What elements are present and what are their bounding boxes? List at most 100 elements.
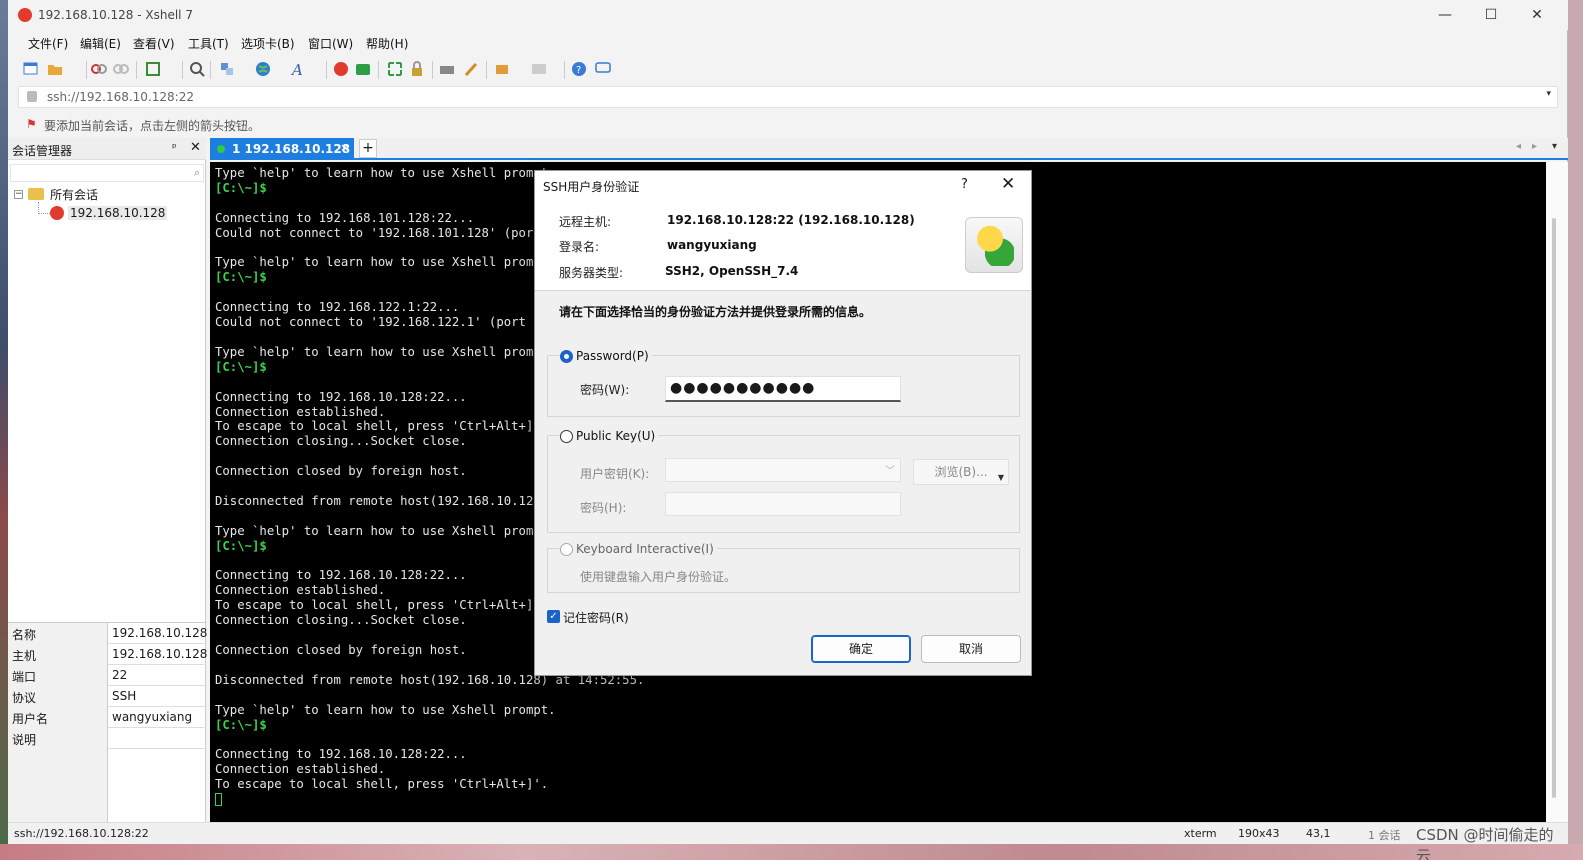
watermark: CSDN @时间偷走的云	[1416, 826, 1554, 860]
close-panel-icon[interactable]: ✕	[190, 140, 201, 155]
remember-password-checkbox[interactable]: ✓	[547, 610, 560, 623]
password-field[interactable]: ●●●●●●●●●●●	[665, 376, 901, 402]
help-icon[interactable]: ?	[961, 177, 968, 192]
transfer-icon[interactable]	[218, 60, 236, 78]
find-icon[interactable]	[188, 60, 206, 78]
remote-host-label: 远程主机:	[559, 215, 612, 229]
layout-icon[interactable]	[530, 60, 548, 78]
shell-prompt: [C:\~]$	[215, 359, 275, 374]
property-key: 主机	[8, 644, 108, 665]
properties-blank	[8, 748, 108, 822]
toolbar-separator	[182, 61, 183, 79]
user-key-select[interactable]: ﹀	[665, 458, 901, 482]
lock-icon[interactable]	[408, 60, 426, 78]
keyboard-icon[interactable]	[438, 60, 456, 78]
bookmark-arrow-icon[interactable]: ⚑	[26, 117, 38, 131]
tree-root-all-sessions[interactable]: 所有会话	[50, 186, 98, 203]
toolbar: A ?	[8, 58, 1568, 82]
tab-list-icon[interactable]: ▾	[1552, 141, 1557, 152]
tab-bar: 1 192.168.10.128 × + ◂ ▸ ▾	[210, 138, 1568, 160]
desktop-wallpaper	[0, 844, 1583, 860]
new-session-icon[interactable]	[22, 60, 40, 78]
chevron-down-icon[interactable]: ▾	[1546, 89, 1551, 99]
toolbar-separator	[326, 61, 327, 79]
toolbar-separator	[136, 61, 137, 79]
server-type-label: 服务器类型:	[559, 266, 624, 280]
terminal-line: To escape to local shell, press 'Ctrl+Al…	[215, 777, 549, 792]
add-tab-button[interactable]: +	[359, 139, 377, 158]
terminal-line: Type `help' to learn how to use Xshell p…	[215, 702, 556, 717]
title-bar: 192.168.10.128 - Xshell 7 — ☐ ✕	[8, 0, 1568, 30]
menu-window[interactable]: 窗口(W)	[308, 35, 353, 52]
dropdown-arrow-icon: ▼	[997, 473, 1004, 482]
session-manager-header: 会话管理器 ᵖ ✕	[8, 138, 206, 160]
property-key: 名称	[8, 623, 108, 644]
minimize-button[interactable]: —	[1434, 5, 1456, 25]
cancel-button[interactable]: 取消	[921, 635, 1021, 663]
login-name-label: 登录名:	[559, 240, 600, 254]
keyboard-interactive-label[interactable]: Keyboard Interactive(I)	[573, 542, 717, 556]
tab-session-1[interactable]: 1 192.168.10.128 ×	[210, 138, 354, 160]
dialog-title: SSH用户身份验证	[543, 180, 640, 194]
maximize-button[interactable]: ☐	[1480, 5, 1502, 25]
properties-icon[interactable]	[144, 60, 162, 78]
terminal-scrollbar[interactable]	[1546, 162, 1568, 822]
ok-button[interactable]: 确定	[811, 635, 911, 663]
shell-prompt: [C:\~]$	[215, 270, 275, 285]
session-manager-title: 会话管理器	[12, 144, 73, 158]
address-bar[interactable]: ssh://192.168.10.128:22 ▾	[18, 86, 1558, 108]
scrollbar-thumb[interactable]	[1552, 218, 1556, 798]
property-row: 主机 192.168.10.128	[8, 644, 208, 665]
terminal-line: Connecting to 192.168.10.128:22...	[215, 747, 467, 762]
public-key-radio[interactable]	[560, 430, 573, 443]
disconnect-icon[interactable]	[112, 60, 130, 78]
highlight-icon[interactable]	[462, 60, 480, 78]
terminal-line: [C:\~]$	[215, 718, 644, 733]
close-icon[interactable]: ✕	[1001, 174, 1015, 194]
property-key: 协议	[8, 686, 108, 707]
font-icon[interactable]: A	[290, 60, 308, 79]
xshell-icon[interactable]	[332, 60, 350, 78]
tab-scroll-right-icon[interactable]: ▸	[1532, 141, 1537, 152]
browse-button[interactable]: 浏览(B)... ▼	[913, 459, 1009, 485]
tree-connector	[38, 202, 50, 214]
public-key-option-label[interactable]: Public Key(U)	[573, 429, 659, 443]
menu-view[interactable]: 查看(V)	[133, 35, 175, 52]
terminal-line	[215, 792, 644, 807]
property-key: 端口	[8, 665, 108, 686]
folder-icon	[28, 188, 44, 200]
passphrase-field[interactable]	[665, 492, 901, 516]
property-value: 192.168.10.128	[112, 647, 208, 661]
fullscreen-icon[interactable]	[386, 60, 404, 78]
menu-tabs[interactable]: 选项卡(B)	[241, 35, 295, 52]
connected-status-icon	[217, 145, 225, 153]
chat-icon[interactable]	[594, 60, 612, 78]
keyboard-interactive-radio[interactable]	[560, 543, 573, 556]
password-radio[interactable]	[560, 350, 573, 363]
remember-password-label[interactable]: 记住密码(R)	[563, 609, 629, 626]
menu-help[interactable]: 帮助(H)	[366, 35, 408, 52]
property-value: 22	[112, 668, 128, 682]
dialog-header: 远程主机: 192.168.10.128:22 (192.168.10.128)…	[535, 201, 1031, 291]
help-icon[interactable]: ?	[570, 60, 588, 78]
property-row: 端口 22	[8, 665, 206, 686]
menu-edit[interactable]: 编辑(E)	[80, 35, 121, 52]
connect-icon[interactable]	[90, 60, 108, 78]
tree-item-session[interactable]: 192.168.10.128	[68, 206, 168, 220]
script-icon[interactable]	[494, 60, 512, 78]
globe-icon[interactable]	[254, 60, 272, 78]
tree-collapse-icon[interactable]: −	[14, 190, 23, 199]
pin-icon[interactable]: ᵖ	[172, 141, 177, 154]
menu-tools[interactable]: 工具(T)	[188, 35, 229, 52]
xftp-icon[interactable]	[354, 60, 372, 78]
svg-text:A: A	[290, 61, 303, 78]
desktop-edge	[0, 0, 8, 860]
tab-close-icon[interactable]: ×	[340, 141, 349, 154]
password-option-label[interactable]: Password(P)	[573, 349, 652, 363]
open-folder-icon[interactable]	[46, 60, 64, 78]
tab-scroll-left-icon[interactable]: ◂	[1516, 141, 1521, 152]
close-window-button[interactable]: ✕	[1526, 5, 1548, 25]
menu-file[interactable]: 文件(F)	[28, 35, 68, 52]
session-search-input[interactable]: ⌕	[10, 164, 204, 182]
